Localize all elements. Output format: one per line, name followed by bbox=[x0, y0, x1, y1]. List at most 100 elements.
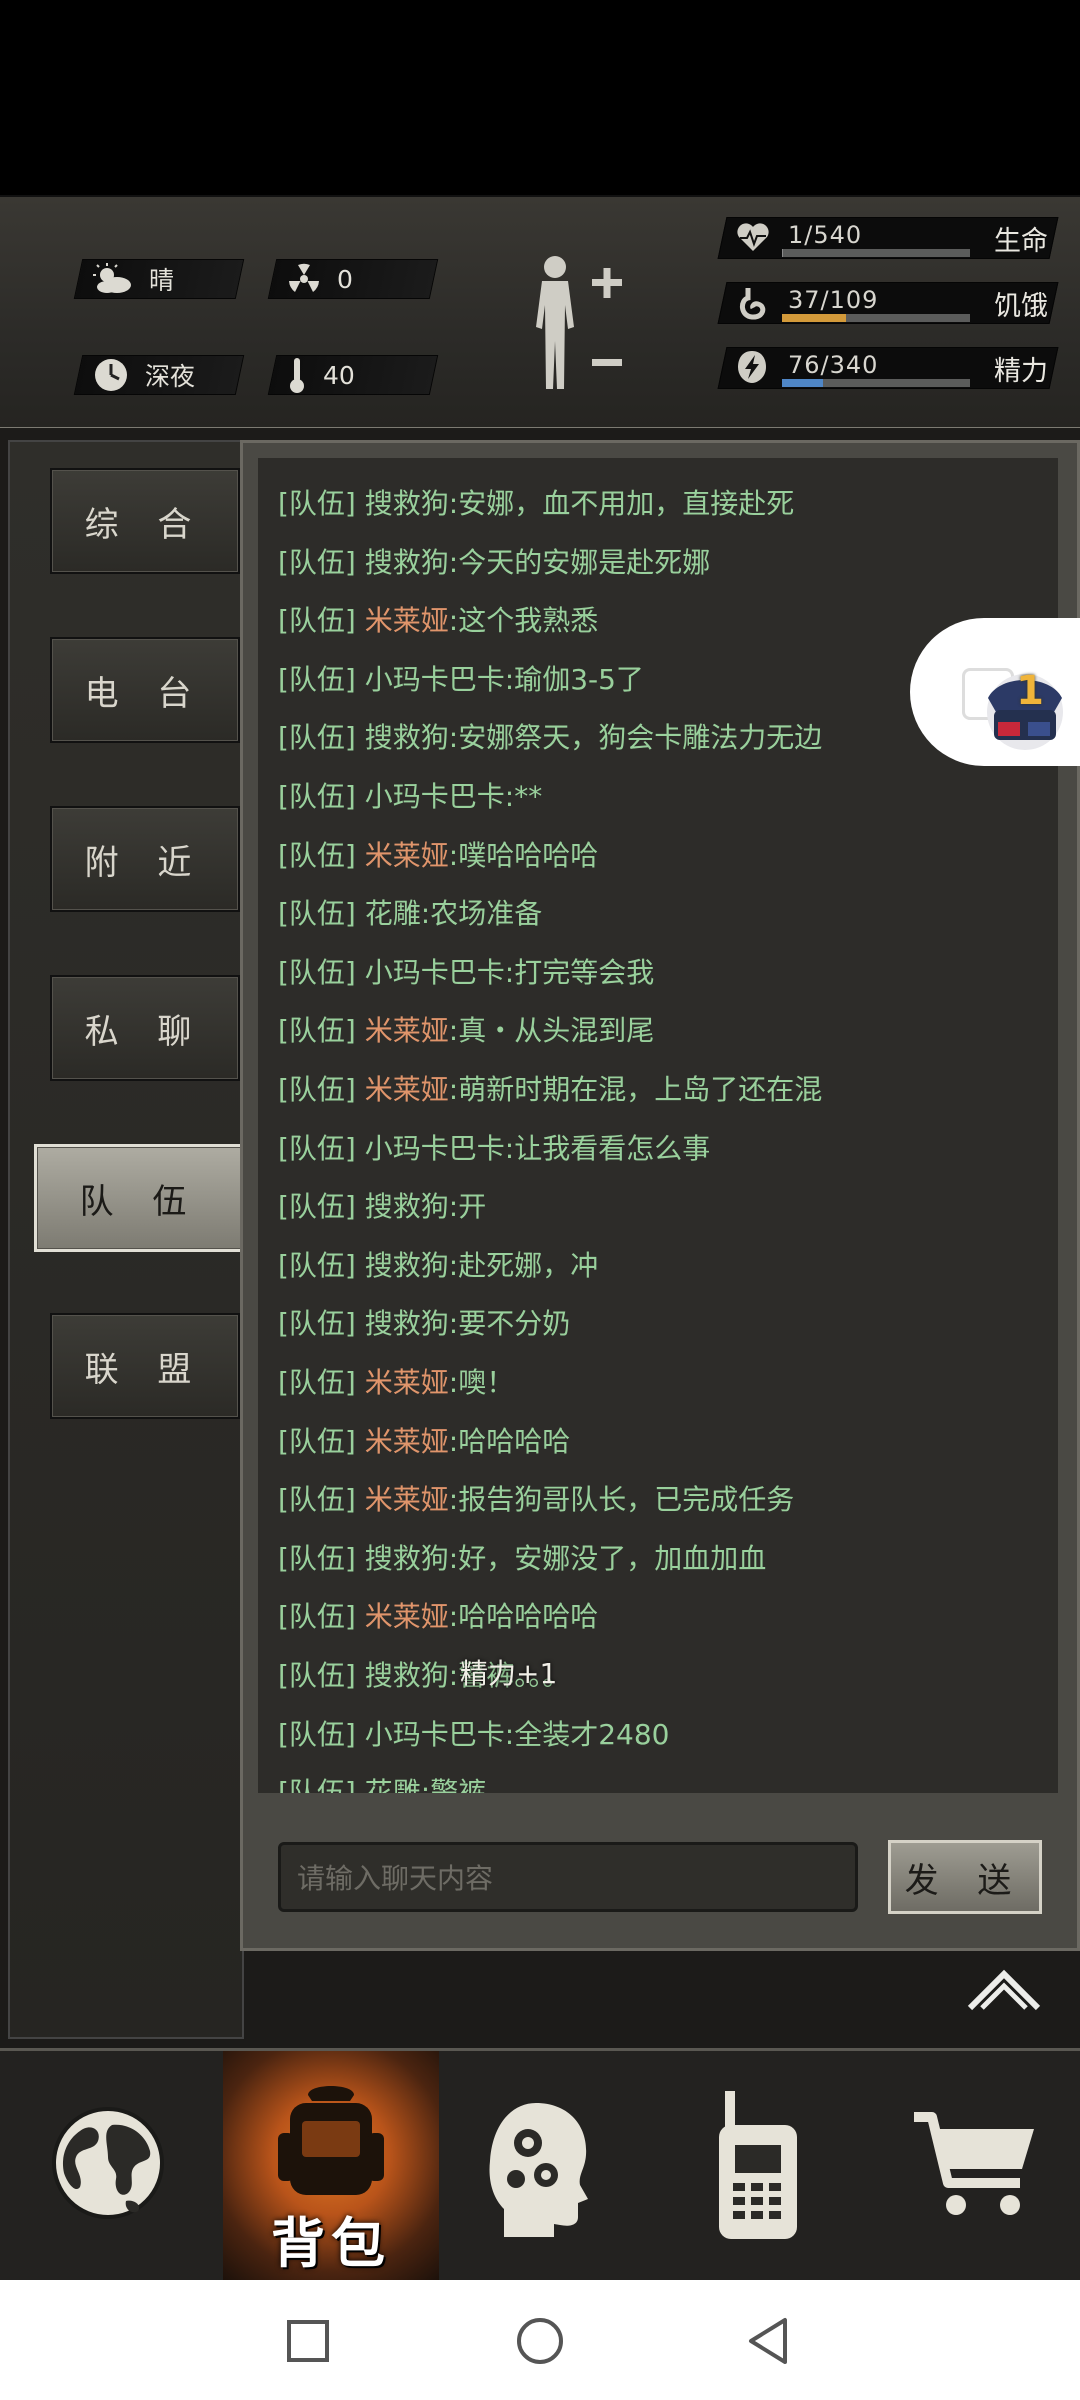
hunger-bar-fill bbox=[782, 314, 846, 322]
nav-skills[interactable] bbox=[430, 2051, 646, 2283]
temperature-value: 40 bbox=[323, 360, 355, 390]
radiation-value: 0 bbox=[337, 264, 353, 294]
walkie-talkie-icon bbox=[719, 2091, 797, 2239]
tab-private[interactable]: 私 聊 bbox=[50, 975, 240, 1081]
chat-message[interactable]: [队伍] 搜救狗:赴死娜，冲 bbox=[278, 1244, 598, 1284]
chat-input[interactable]: 请输入聊天内容 bbox=[278, 1842, 858, 1912]
tab-team[interactable]: 队 伍 bbox=[34, 1144, 246, 1252]
chat-channel-tag: [队伍] bbox=[278, 1717, 365, 1751]
chat-message[interactable]: [队伍] 搜救狗:好，安娜没了，加血加血 bbox=[278, 1537, 766, 1577]
chat-sender[interactable]: 小玛卡巴卡 bbox=[365, 663, 505, 696]
chat-channel-tag: [队伍] bbox=[278, 487, 365, 520]
chat-sender[interactable]: 小玛卡巴卡 bbox=[365, 956, 505, 989]
chat-message[interactable]: [队伍] 小玛卡巴卡:** bbox=[278, 775, 542, 815]
energy-bar-fill bbox=[782, 379, 824, 387]
energy-value: 76/340 bbox=[788, 351, 879, 379]
chat-channel-tag: [队伍] bbox=[278, 1483, 365, 1517]
chat-sender[interactable]: 搜救狗 bbox=[365, 1659, 449, 1692]
tab-nearby[interactable]: 附 近 bbox=[50, 806, 240, 912]
collapse-chevron-icon[interactable] bbox=[966, 1968, 1042, 2012]
chat-message[interactable]: [队伍] 搜救狗:要不分奶 bbox=[278, 1302, 570, 1342]
nav-radio[interactable] bbox=[647, 2051, 863, 2283]
chat-text: :噢！ bbox=[448, 1366, 515, 1399]
chat-message[interactable]: [队伍] 米莱娅:这个我熟悉 bbox=[278, 599, 598, 639]
chat-sender[interactable]: 米莱娅 bbox=[365, 604, 449, 637]
chat-message[interactable]: [队伍] 米莱娅:噗哈哈哈哈 bbox=[278, 834, 598, 874]
chat-sender[interactable]: 搜救狗 bbox=[365, 1542, 449, 1575]
chat-channel-tag: [队伍] bbox=[278, 955, 365, 989]
chat-sender[interactable]: 花雕 bbox=[365, 1776, 421, 1793]
chat-message[interactable]: [队伍] 花雕:警裤 bbox=[278, 1771, 486, 1793]
chat-sender[interactable]: 搜救狗 bbox=[365, 487, 449, 520]
chat-message[interactable]: [队伍] 米莱娅:真・从头混到尾 bbox=[278, 1009, 654, 1049]
chat-text: :赴死娜，冲 bbox=[448, 1248, 599, 1282]
chat-sender[interactable]: 搜救狗 bbox=[365, 1190, 449, 1223]
chat-text: :** bbox=[504, 780, 543, 813]
chat-message[interactable]: [队伍] 米莱娅:噢！ bbox=[278, 1361, 514, 1401]
chat-text: :全装才2480 bbox=[504, 1717, 670, 1751]
chat-sender[interactable]: 搜救狗 bbox=[365, 1249, 449, 1282]
home-icon[interactable] bbox=[515, 2316, 565, 2366]
nav-world-map[interactable] bbox=[0, 2051, 216, 2283]
chat-text: :哈哈哈哈 bbox=[448, 1424, 571, 1458]
nav-backpack[interactable]: 背包 bbox=[223, 2051, 439, 2283]
recent-apps-icon[interactable] bbox=[285, 2318, 331, 2364]
chat-sender[interactable]: 米莱娅 bbox=[365, 1073, 449, 1106]
health-value: 1/540 bbox=[788, 221, 863, 249]
chat-sender[interactable]: 米莱娅 bbox=[365, 1014, 449, 1047]
chat-sender[interactable]: 米莱娅 bbox=[365, 1600, 449, 1633]
chat-message[interactable]: [队伍] 搜救狗:开 bbox=[278, 1185, 486, 1225]
chat-message[interactable]: [队伍] 米莱娅:报告狗哥队长，已完成任务 bbox=[278, 1478, 794, 1518]
chat-sender[interactable]: 米莱娅 bbox=[365, 1425, 449, 1458]
hunger-bar bbox=[782, 314, 970, 322]
time-chip: 深夜 bbox=[73, 355, 245, 395]
tab-radio[interactable]: 电 台 bbox=[50, 637, 240, 743]
chat-text: :警裤 bbox=[420, 1776, 487, 1793]
chat-sender[interactable]: 米莱娅 bbox=[365, 1366, 449, 1399]
chat-channel-tag: [队伍] bbox=[278, 1014, 365, 1048]
send-button[interactable]: 发 送 bbox=[888, 1840, 1042, 1914]
chat-message[interactable]: [队伍] 搜救狗:今天的安娜是赴死娜 bbox=[278, 541, 710, 581]
shopping-cart-icon bbox=[914, 2112, 1034, 2215]
chat-sender[interactable]: 搜救狗 bbox=[365, 546, 449, 579]
weather-text: 晴 bbox=[149, 266, 175, 295]
radiation-icon bbox=[289, 263, 319, 292]
bottom-navigation: 背包 bbox=[0, 2048, 1080, 2283]
chat-message[interactable]: [队伍] 米莱娅:哈哈哈哈 bbox=[278, 1420, 570, 1460]
chat-message[interactable]: [队伍] 花雕:农场准备 bbox=[278, 892, 542, 932]
chat-text: :报告狗哥队长，已完成任务 bbox=[448, 1483, 795, 1517]
energy-icon bbox=[738, 351, 766, 383]
energy-label: 精力 bbox=[994, 356, 1048, 387]
clock-icon bbox=[95, 359, 127, 391]
chat-text: :瑜伽3-5了 bbox=[504, 662, 644, 696]
chat-message[interactable]: [队伍] 小玛卡巴卡:让我看看怎么事 bbox=[278, 1127, 710, 1167]
floating-assistant[interactable]: 1 bbox=[910, 618, 1080, 768]
chat-sender[interactable]: 小玛卡巴卡 bbox=[365, 780, 505, 813]
chat-message[interactable]: [队伍] 小玛卡巴卡:全装才2480 bbox=[278, 1713, 669, 1753]
chat-sender[interactable]: 搜救狗 bbox=[365, 721, 449, 754]
chat-sender[interactable]: 小玛卡巴卡 bbox=[365, 1718, 505, 1751]
chat-message[interactable]: [队伍] 小玛卡巴卡:瑜伽3-5了 bbox=[278, 658, 644, 698]
body-status-button[interactable] bbox=[520, 249, 630, 399]
chat-message[interactable]: [队伍] 搜救狗:安娜祭天，狗会卡雕法力无边 bbox=[278, 716, 822, 756]
chat-channel-tag: [队伍] bbox=[278, 1600, 365, 1634]
chat-message[interactable]: [队伍] 搜救狗:安娜，血不用加，直接赴死 bbox=[278, 482, 794, 522]
chat-channel-tag: [队伍] bbox=[278, 780, 365, 813]
tab-alliance[interactable]: 联 盟 bbox=[50, 1313, 240, 1419]
energy-gain-float-text: 精力+1 bbox=[460, 1657, 558, 1690]
chat-message[interactable]: [队伍] 米莱娅:哈哈哈哈哈 bbox=[278, 1595, 598, 1635]
chat-sender[interactable]: 花雕 bbox=[365, 897, 421, 930]
chat-channel-tag: [队伍] bbox=[278, 1131, 365, 1165]
chat-sender[interactable]: 米莱娅 bbox=[365, 839, 449, 872]
chat-sender[interactable]: 搜救狗 bbox=[365, 1307, 449, 1340]
chat-message[interactable]: [队伍] 小玛卡巴卡:打完等会我 bbox=[278, 951, 654, 991]
chat-sender[interactable]: 小玛卡巴卡 bbox=[365, 1132, 505, 1165]
chat-sender[interactable]: 米莱娅 bbox=[365, 1483, 449, 1516]
health-bar bbox=[782, 249, 970, 257]
nav-shop[interactable] bbox=[864, 2051, 1080, 2283]
chat-text: :真・从头混到尾 bbox=[448, 1014, 655, 1048]
chat-message[interactable]: [队伍] 米莱娅:萌新时期在混，上岛了还在混 bbox=[278, 1068, 822, 1108]
tab-general[interactable]: 综 合 bbox=[50, 468, 240, 574]
back-icon[interactable] bbox=[745, 2316, 791, 2366]
chat-channel-tag: [队伍] bbox=[278, 1190, 365, 1224]
